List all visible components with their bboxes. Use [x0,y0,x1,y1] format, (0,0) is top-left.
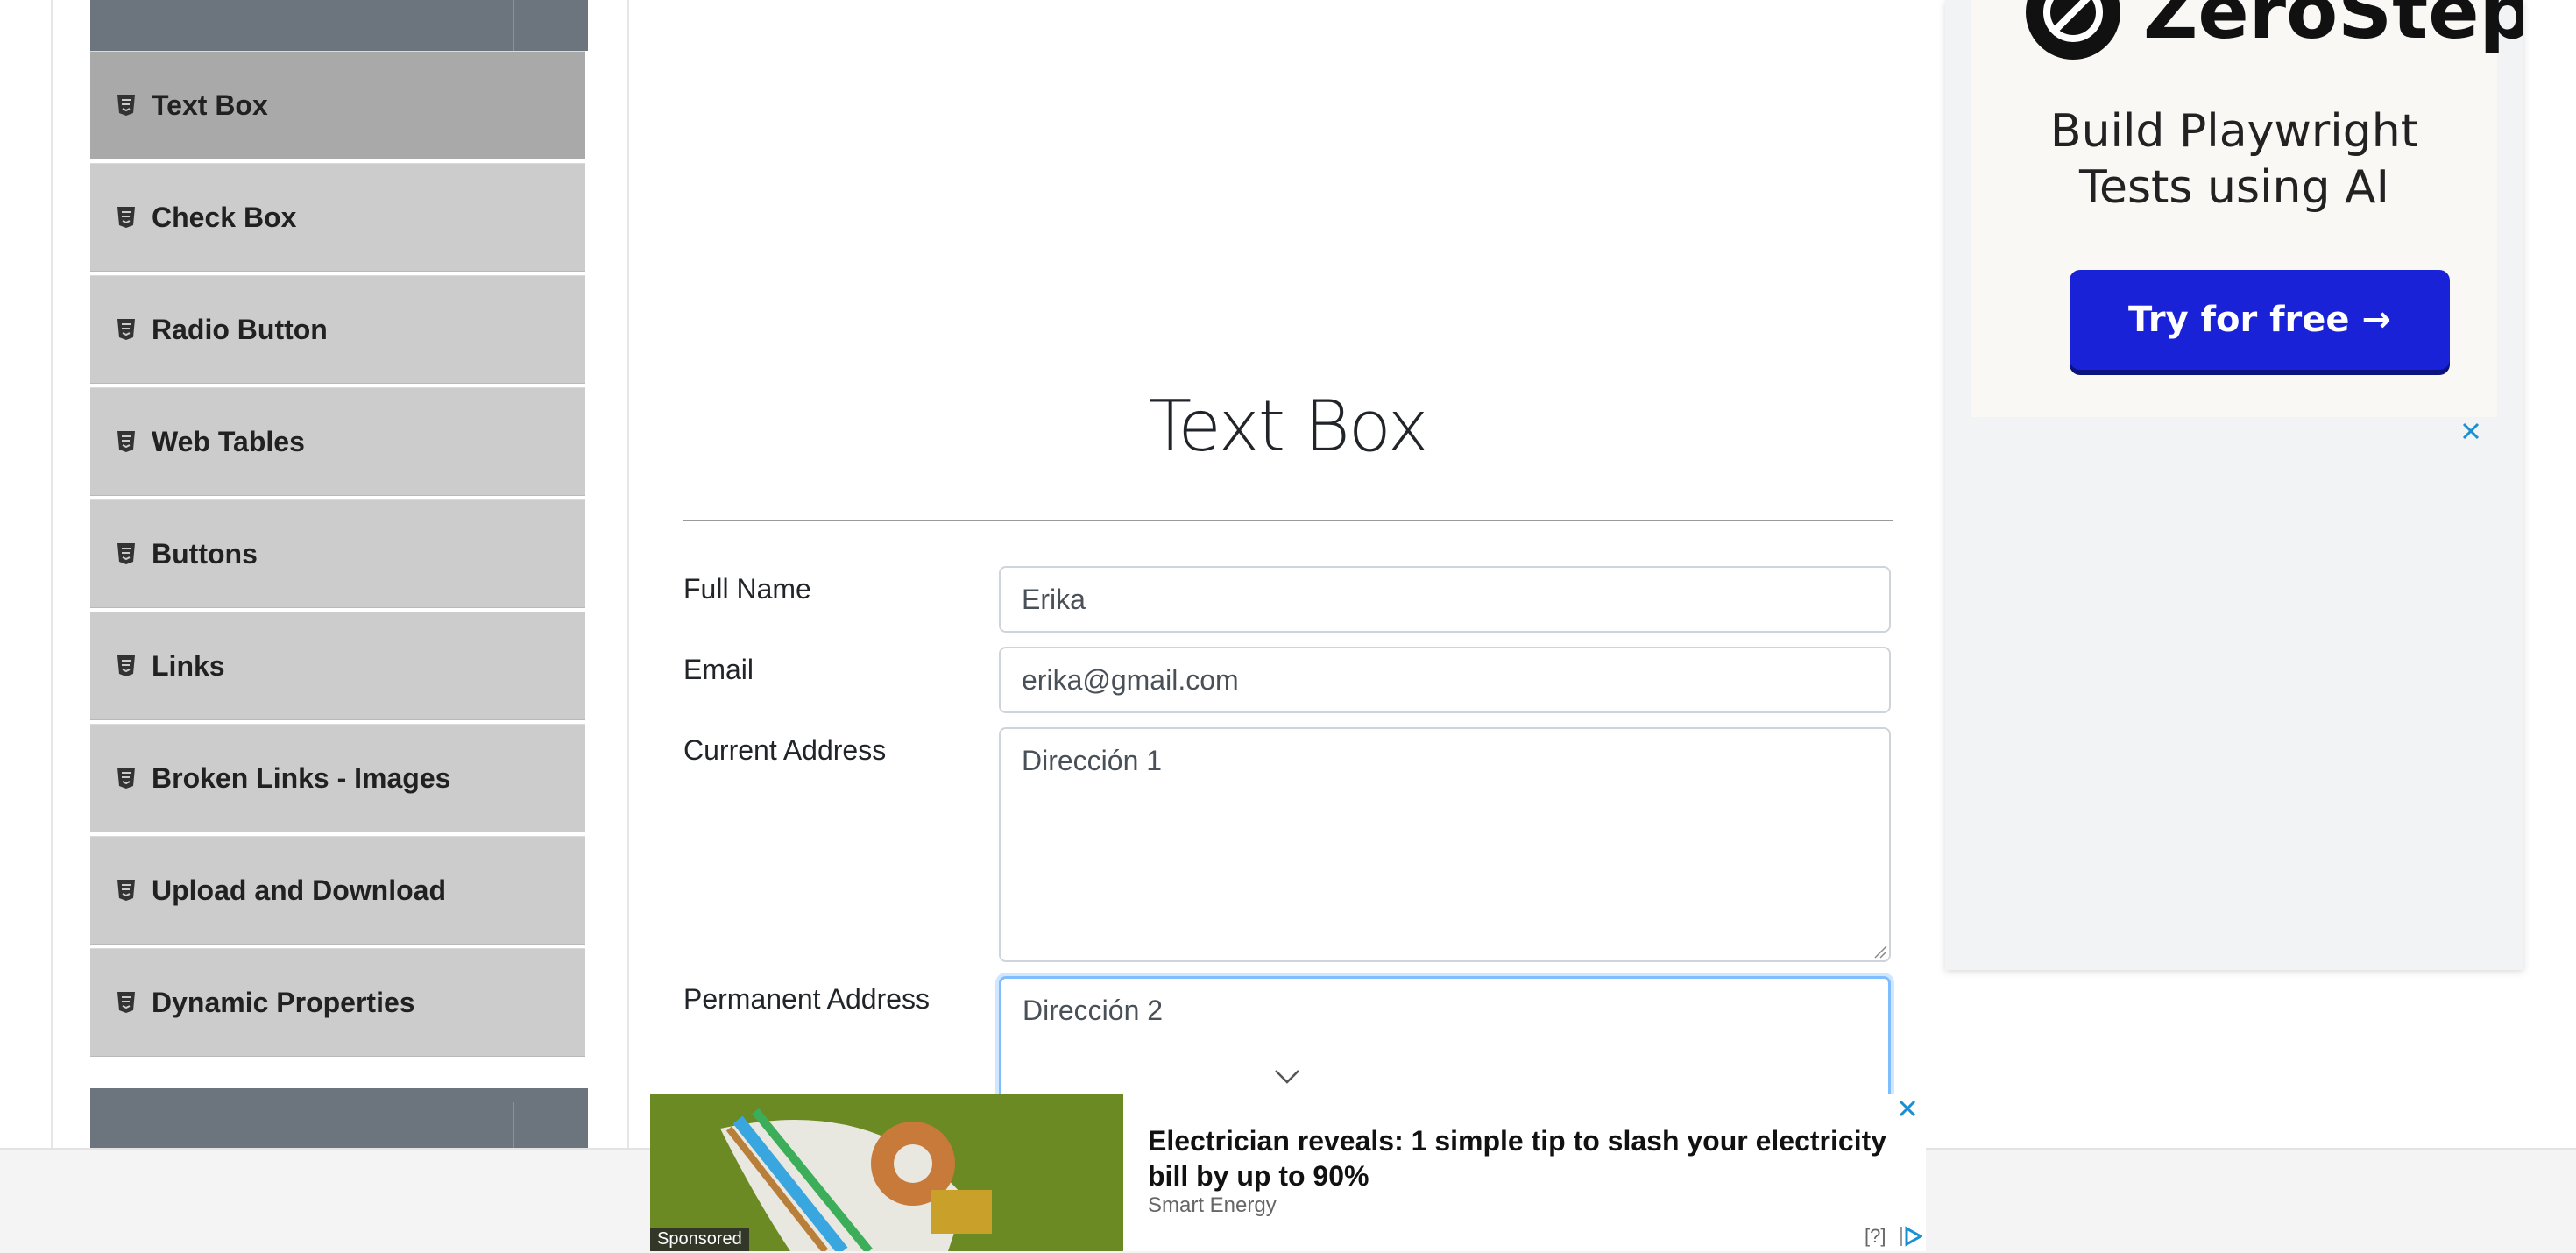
sidebar-item-label: Buttons [152,537,258,570]
page-title: Text Box [1149,386,1428,467]
sidebar-item-label: Dynamic Properties [152,986,415,1018]
sidebar-item-label: Links [152,649,225,682]
bottom-ad-close-icon[interactable] [1896,1097,1919,1120]
sidebar-item-label: Text Box [152,88,268,121]
ad-headline: Build Playwright Tests using AI [1971,103,2497,216]
sidebar-item-check-box[interactable]: Check Box [90,163,585,272]
current-address-textarea[interactable]: Dirección 1 [999,727,1891,962]
right-ad-banner[interactable]: ZeroStep Build Playwright Tests using AI… [1945,0,2523,970]
html5-icon [117,767,136,789]
email-label: Email [683,654,754,685]
elements-group-header[interactable] [90,0,588,51]
html5-icon [117,430,136,453]
ad-bottom-source: Smart Energy [1148,1193,1277,1217]
adchoices-icon[interactable] [1900,1225,1922,1248]
sidebar-item-label: Broken Links - Images [152,761,451,794]
sidebar-item-upload-and-download[interactable]: Upload and Download [90,836,585,945]
sidebar-item-label: Radio Button [152,313,328,345]
html5-icon [117,655,136,677]
html5-icon [117,542,136,565]
html5-icon [117,318,136,341]
group-header-separator [513,1102,514,1148]
ad-brand-name: ZeroStep [2143,0,2523,56]
resize-grip-icon[interactable] [1873,945,1887,959]
forms-group-header[interactable] [90,1088,588,1148]
ad-card: ZeroStep Build Playwright Tests using AI… [1971,0,2523,417]
bottom-ad[interactable]: Sponsored Electrician reveals: 1 simple … [650,1094,1926,1251]
sidebar-right-border [627,0,629,1148]
html5-icon [117,879,136,902]
ad-headline-line2: Tests using AI [2079,161,2389,214]
title-divider [683,520,1893,521]
sidebar-item-buttons[interactable]: Buttons [90,499,585,608]
ad-headline-line1: Build Playwright [2049,105,2419,158]
try-for-free-button[interactable]: Try for free → [2070,270,2450,370]
sponsored-label: Sponsored [650,1228,749,1251]
sidebar-item-dynamic-properties[interactable]: Dynamic Properties [90,948,585,1057]
sidebar-item-broken-links-images[interactable]: Broken Links - Images [90,724,585,832]
permanent-address-label: Permanent Address [683,983,931,1015]
sidebar-item-links[interactable]: Links [90,612,585,720]
full-name-input[interactable] [999,566,1891,633]
ad-close-icon[interactable] [2459,419,2483,443]
ad-logo: ZeroStep [2026,0,2523,60]
html5-icon [117,991,136,1014]
email-input[interactable] [999,647,1891,713]
current-address-label: Current Address [683,734,887,766]
group-header-separator [513,0,514,51]
html5-icon [117,94,136,117]
sidebar-item-label: Upload and Download [152,874,446,906]
sidebar-item-radio-button[interactable]: Radio Button [90,275,585,384]
sidebar-item-label: Web Tables [152,425,305,457]
sidebar-item-text-box[interactable]: Text Box [90,51,585,159]
sidebar-item-web-tables[interactable]: Web Tables [90,387,585,496]
html5-icon [117,206,136,229]
left-rail-border [51,0,53,1148]
ad-image[interactable]: Sponsored [650,1094,1123,1251]
zerostep-logo-icon [2026,0,2120,60]
sidebar-item-label: Check Box [152,201,297,233]
ad-help-link[interactable]: [?] [1865,1225,1886,1248]
chevron-down-icon[interactable] [1274,1069,1300,1085]
full-name-label: Full Name [683,573,811,605]
ad-bottom-headline[interactable]: Electrician reveals: 1 simple tip to sla… [1148,1123,1901,1193]
